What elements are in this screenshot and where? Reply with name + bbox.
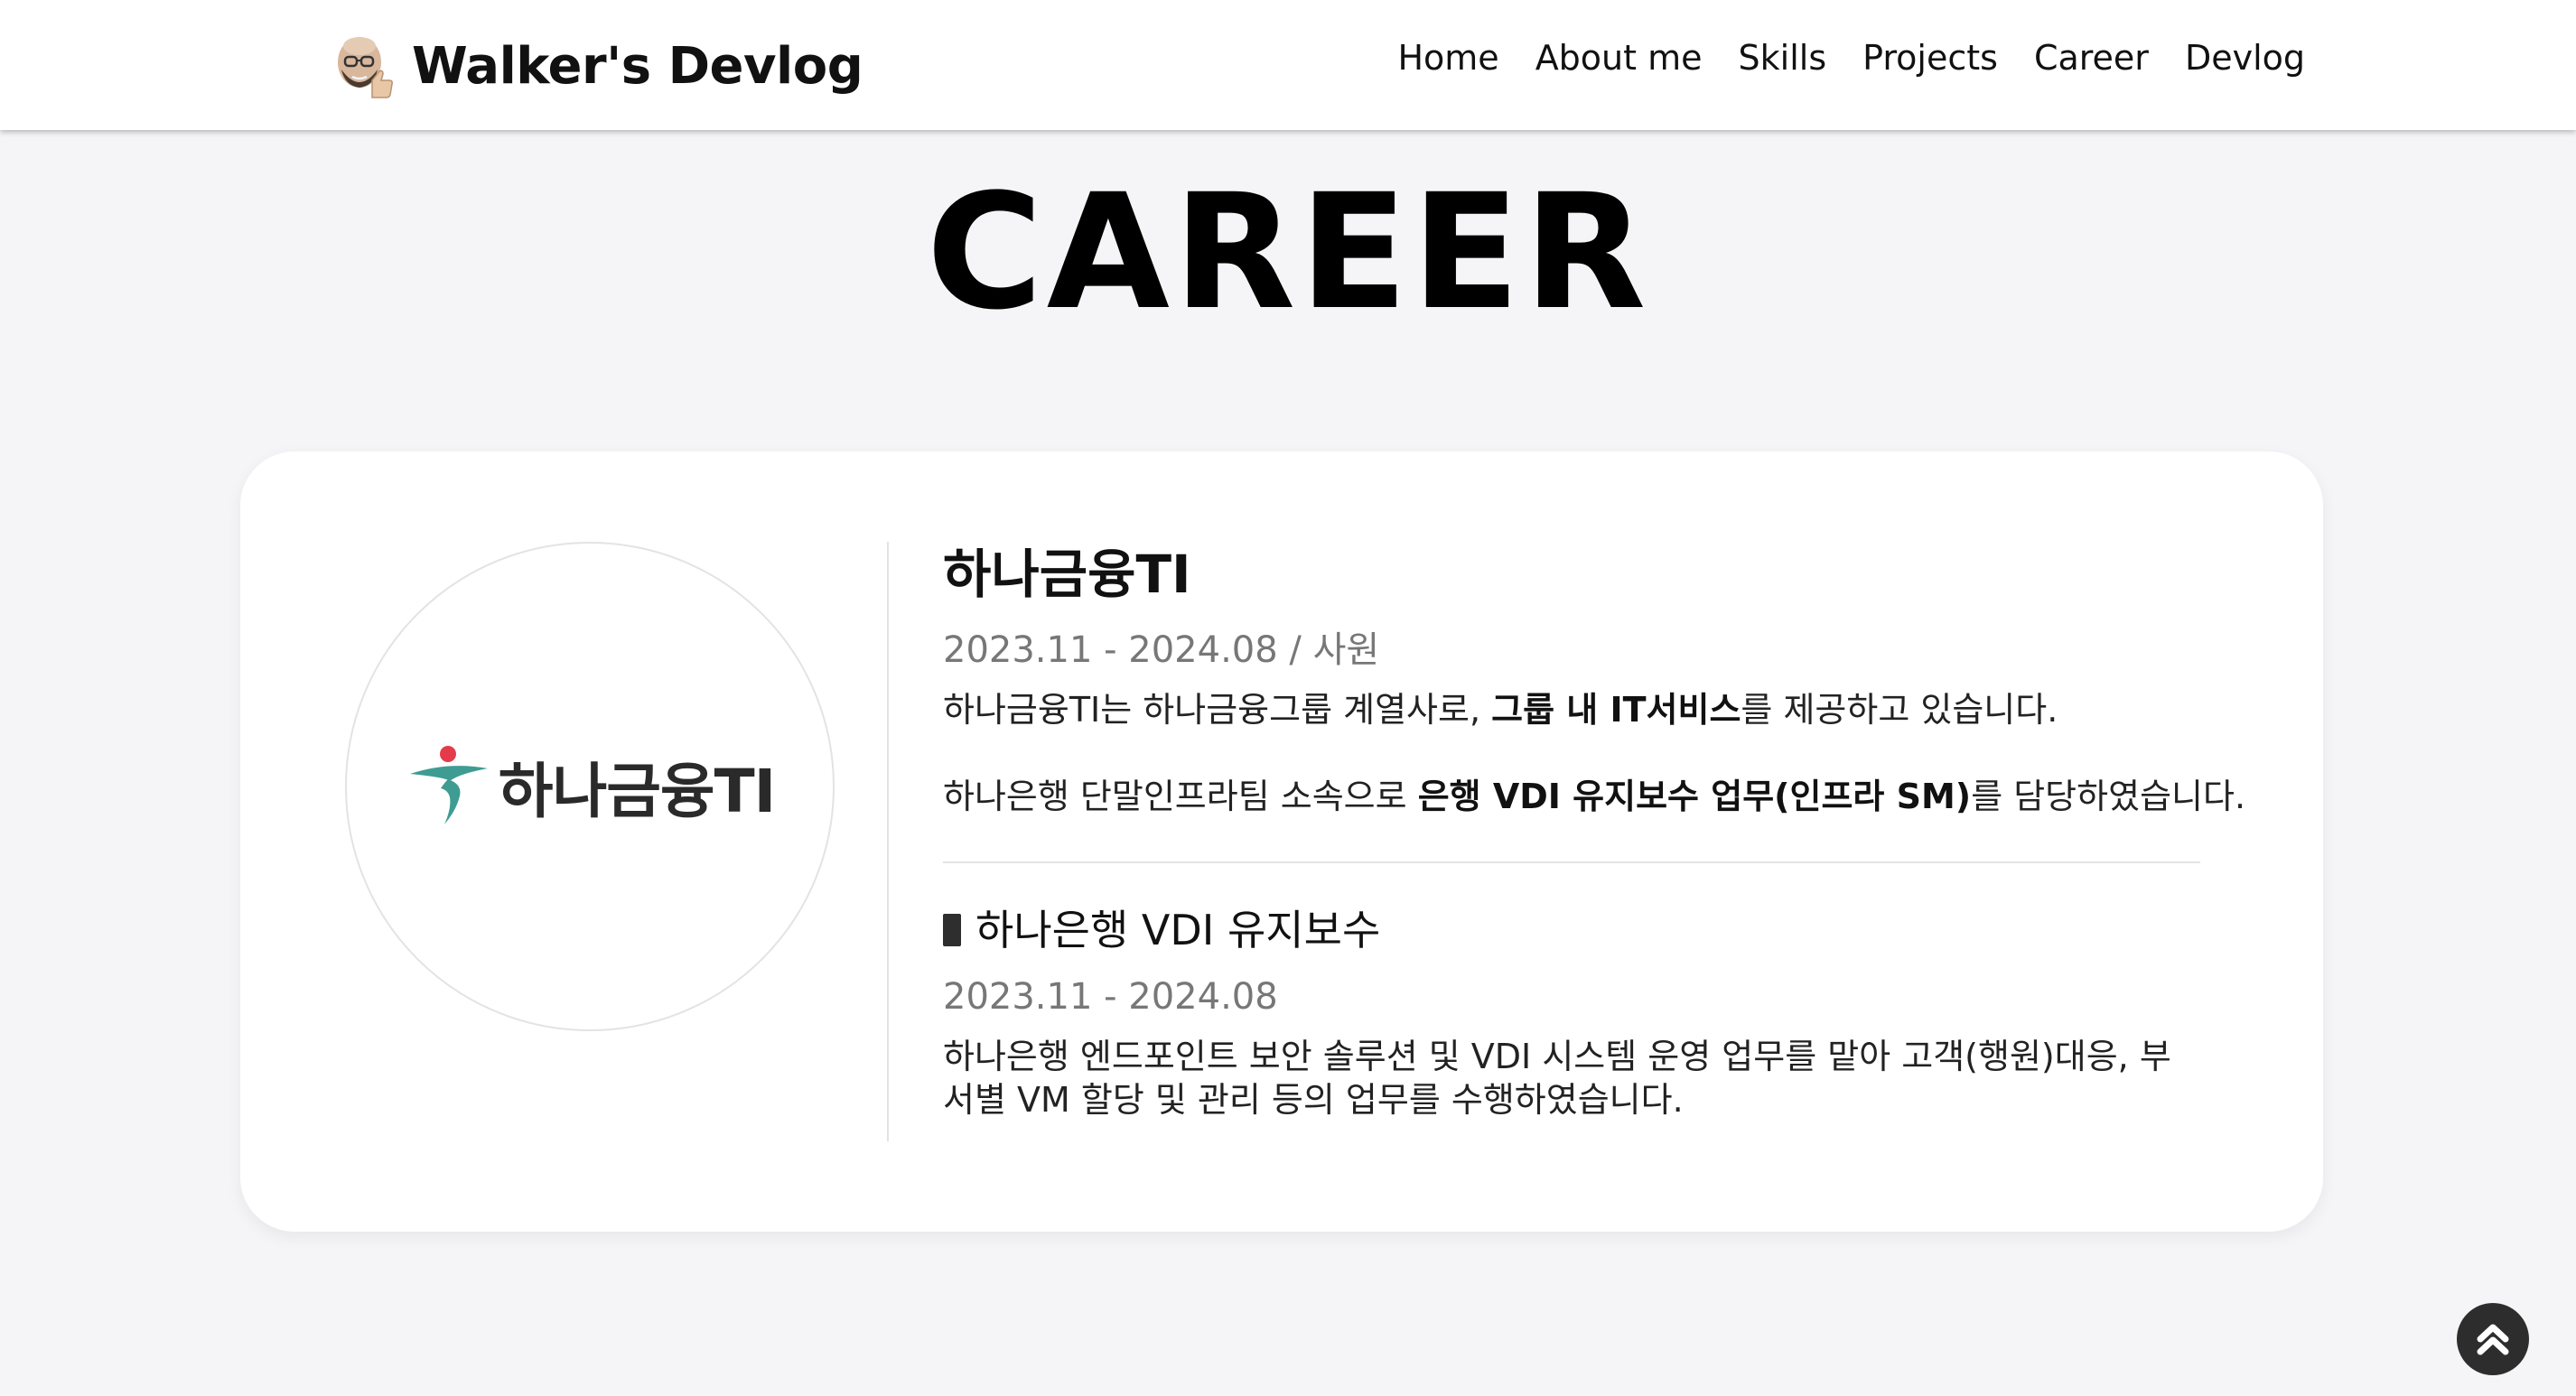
company-logo: 하나금융TI bbox=[405, 743, 776, 830]
company-period: 2023.11 - 2024.08 / 사원 bbox=[943, 629, 1380, 671]
desc-text: 를 담당하였습니다. bbox=[1971, 777, 2246, 816]
nav-about-me[interactable]: About me bbox=[1535, 38, 1703, 78]
page-title: CAREER bbox=[926, 160, 1650, 345]
project-period: 2023.11 - 2024.08 bbox=[943, 976, 1278, 1018]
nav-projects[interactable]: Projects bbox=[1862, 38, 1998, 78]
main-nav: Home About me Skills Projects Career Dev… bbox=[1397, 31, 2305, 85]
site-header: Walker's Devlog Home About me Skills Pro… bbox=[0, 0, 2576, 130]
desc-text: 를 제공하고 있습니다. bbox=[1741, 690, 2058, 730]
desc-highlight: 은행 VDI 유지보수 업무(인프라 SM) bbox=[1417, 777, 1972, 816]
company-logo-circle: 하나금융TI bbox=[345, 542, 835, 1031]
nav-devlog[interactable]: Devlog bbox=[2185, 38, 2305, 78]
scroll-to-top-button[interactable] bbox=[2457, 1303, 2529, 1375]
double-chevron-up-icon bbox=[2477, 1324, 2509, 1355]
project-title: 하나은행 VDI 유지보수 bbox=[943, 903, 2200, 957]
black-square-bullet-icon bbox=[943, 914, 961, 946]
site-brand[interactable]: Walker's Devlog bbox=[327, 25, 863, 107]
company-logo-text: 하나금융TI bbox=[498, 757, 776, 826]
desc-text: 하나은행 단말인프라팀 소속으로 bbox=[943, 777, 1418, 816]
career-content: 하나금융TI 2023.11 - 2024.08 / 사원 하나금융TI는 하나… bbox=[943, 542, 2245, 1121]
hana-financial-logo-icon bbox=[409, 746, 488, 824]
nav-home[interactable]: Home bbox=[1397, 38, 1498, 78]
nav-skills[interactable]: Skills bbox=[1739, 38, 1827, 78]
memoji-avatar-icon bbox=[338, 37, 393, 98]
role-description: 하나은행 단말인프라팀 소속으로 은행 VDI 유지보수 업무(인프라 SM)를… bbox=[943, 775, 2245, 818]
vertical-divider bbox=[887, 542, 889, 1141]
nav-career[interactable]: Career bbox=[2034, 38, 2149, 78]
company-name: 하나금융TI bbox=[943, 544, 1191, 605]
career-card: 하나금융TI 하나금융TI 2023.11 - 2024.08 / 사원 하나금… bbox=[240, 451, 2323, 1232]
site-title: Walker's Devlog bbox=[412, 36, 863, 96]
project-title-text: 하나은행 VDI 유지보수 bbox=[975, 906, 1381, 954]
desc-text: 하나금융TI는 하나금융그룹 계열사로, bbox=[943, 690, 1492, 730]
horizontal-divider bbox=[943, 861, 2200, 863]
project-description: 하나은행 엔드포인트 보안 솔루션 및 VDI 시스템 운영 업무를 맡아 고객… bbox=[943, 1037, 2171, 1120]
desc-highlight: 그룹 내 IT서비스 bbox=[1491, 690, 1741, 730]
company-description: 하나금융TI는 하나금융그룹 계열사로, 그룹 내 IT서비스를 제공하고 있습… bbox=[943, 688, 2200, 731]
